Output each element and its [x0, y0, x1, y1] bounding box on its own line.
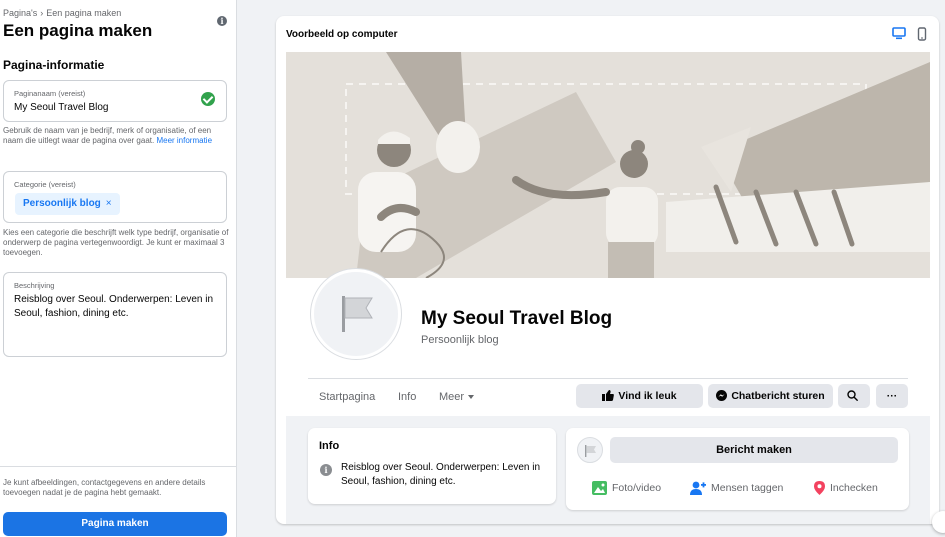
- check-in-action[interactable]: Inchecken: [814, 481, 878, 495]
- photo-video-label: Foto/video: [612, 482, 662, 494]
- more-info-link[interactable]: Meer informatie: [156, 136, 212, 145]
- tab-more-label: Meer: [439, 391, 465, 403]
- page-name-input[interactable]: My Seoul Travel Blog: [14, 102, 109, 113]
- remove-chip-icon[interactable]: ×: [106, 198, 112, 209]
- cover-illustration: [286, 52, 930, 278]
- desktop-icon[interactable]: [892, 27, 906, 45]
- tab-more[interactable]: Meer: [439, 391, 475, 403]
- photo-icon: [592, 481, 607, 495]
- send-message-button[interactable]: Chatbericht sturen: [708, 384, 833, 408]
- search-button[interactable]: [838, 384, 870, 408]
- tag-people-icon: [690, 481, 706, 495]
- description-field[interactable]: Beschrijving Reisblog over Seoul. Onderw…: [3, 272, 227, 357]
- page-name: My Seoul Travel Blog: [421, 308, 613, 329]
- check-in-label: Inchecken: [830, 482, 878, 494]
- search-icon: [846, 390, 858, 401]
- description-textarea[interactable]: Reisblog over Seoul. Onderwerpen: Leven …: [14, 293, 214, 321]
- page-feed: Info i Reisblog over Seoul. Onderwerpen:…: [286, 416, 930, 524]
- category-chip-label: Persoonlijk blog: [23, 198, 101, 209]
- more-options-button[interactable]: ···: [876, 384, 908, 408]
- photo-video-action[interactable]: Foto/video: [592, 481, 661, 495]
- category-chip: Persoonlijk blog ×: [15, 193, 120, 215]
- page-tabs: Startpagina Info Meer Vind ik leuk Chatb…: [308, 378, 908, 416]
- footer-note: Je kunt afbeeldingen, contactgegevens en…: [3, 478, 206, 497]
- collapse-toggle[interactable]: [932, 511, 945, 533]
- mini-avatar: [577, 437, 603, 463]
- flag-icon: [585, 445, 596, 457]
- tag-people-label: Mensen taggen: [711, 482, 784, 494]
- breadcrumb-separator: ›: [40, 8, 44, 18]
- like-button-label: Vind ik leuk: [618, 390, 677, 402]
- flag-icon: [342, 296, 373, 332]
- breadcrumb-item-current: Een pagina maken: [46, 8, 122, 18]
- about-card-title: Info: [319, 440, 340, 452]
- panel-footer: Je kunt afbeeldingen, contactgegevens en…: [0, 466, 237, 537]
- location-pin-icon: [814, 481, 825, 495]
- about-card: Info i Reisblog over Seoul. Onderwerpen:…: [308, 428, 556, 504]
- create-page-button[interactable]: Pagina maken: [3, 512, 227, 536]
- create-page-panel: Pagina's › Een pagina maken i Een pagina m…: [0, 0, 237, 537]
- info-circle-icon: i: [320, 464, 332, 476]
- like-button[interactable]: Vind ik leuk: [576, 384, 703, 408]
- page-header: My Seoul Travel Blog Persoonlijk blog: [286, 269, 930, 378]
- desktop-preview-card: Voorbeeld op computer My Seoul Travel Bl…: [276, 16, 939, 524]
- page-title: Een pagina maken: [3, 21, 153, 40]
- send-message-label: Chatbericht sturen: [731, 390, 825, 402]
- breadcrumb-item-pages[interactable]: Pagina's: [3, 8, 37, 18]
- tag-people-action[interactable]: Mensen taggen: [690, 481, 783, 495]
- category-label: Categorie (vereist): [14, 180, 76, 189]
- tab-info[interactable]: Info: [398, 391, 416, 403]
- page-name-helper: Gebruik de naam van je bedrijf, merk of …: [3, 126, 231, 146]
- messenger-icon: [716, 389, 728, 401]
- page-name-field[interactable]: Paginanaam (vereist) My Seoul Travel Blo…: [3, 80, 227, 122]
- create-post-button[interactable]: Bericht maken: [610, 437, 898, 463]
- breadcrumb: Pagina's › Een pagina maken: [3, 8, 121, 18]
- section-title: Pagina-informatie: [3, 58, 105, 72]
- category-helper: Kies een categorie die beschrijft welk t…: [3, 228, 229, 257]
- thumbs-up-icon: [602, 389, 615, 401]
- about-card-text: Reisblog over Seoul. Onderwerpen: Leven …: [341, 462, 541, 487]
- create-post-card: Bericht maken Foto/video Mensen taggen I…: [566, 428, 909, 510]
- caret-down-icon: [468, 395, 475, 400]
- tab-home[interactable]: Startpagina: [319, 391, 375, 403]
- preview-title: Voorbeeld op computer: [286, 29, 398, 40]
- category-field[interactable]: Categorie (vereist) Persoonlijk blog ×: [3, 171, 227, 223]
- check-circle-icon: [201, 92, 215, 106]
- info-icon[interactable]: i: [217, 16, 227, 26]
- mobile-icon[interactable]: [917, 27, 927, 46]
- page-name-label: Paginanaam (vereist): [14, 89, 86, 98]
- page-category: Persoonlijk blog: [421, 334, 499, 346]
- profile-avatar: [311, 269, 401, 359]
- description-label: Beschrijving: [14, 281, 55, 290]
